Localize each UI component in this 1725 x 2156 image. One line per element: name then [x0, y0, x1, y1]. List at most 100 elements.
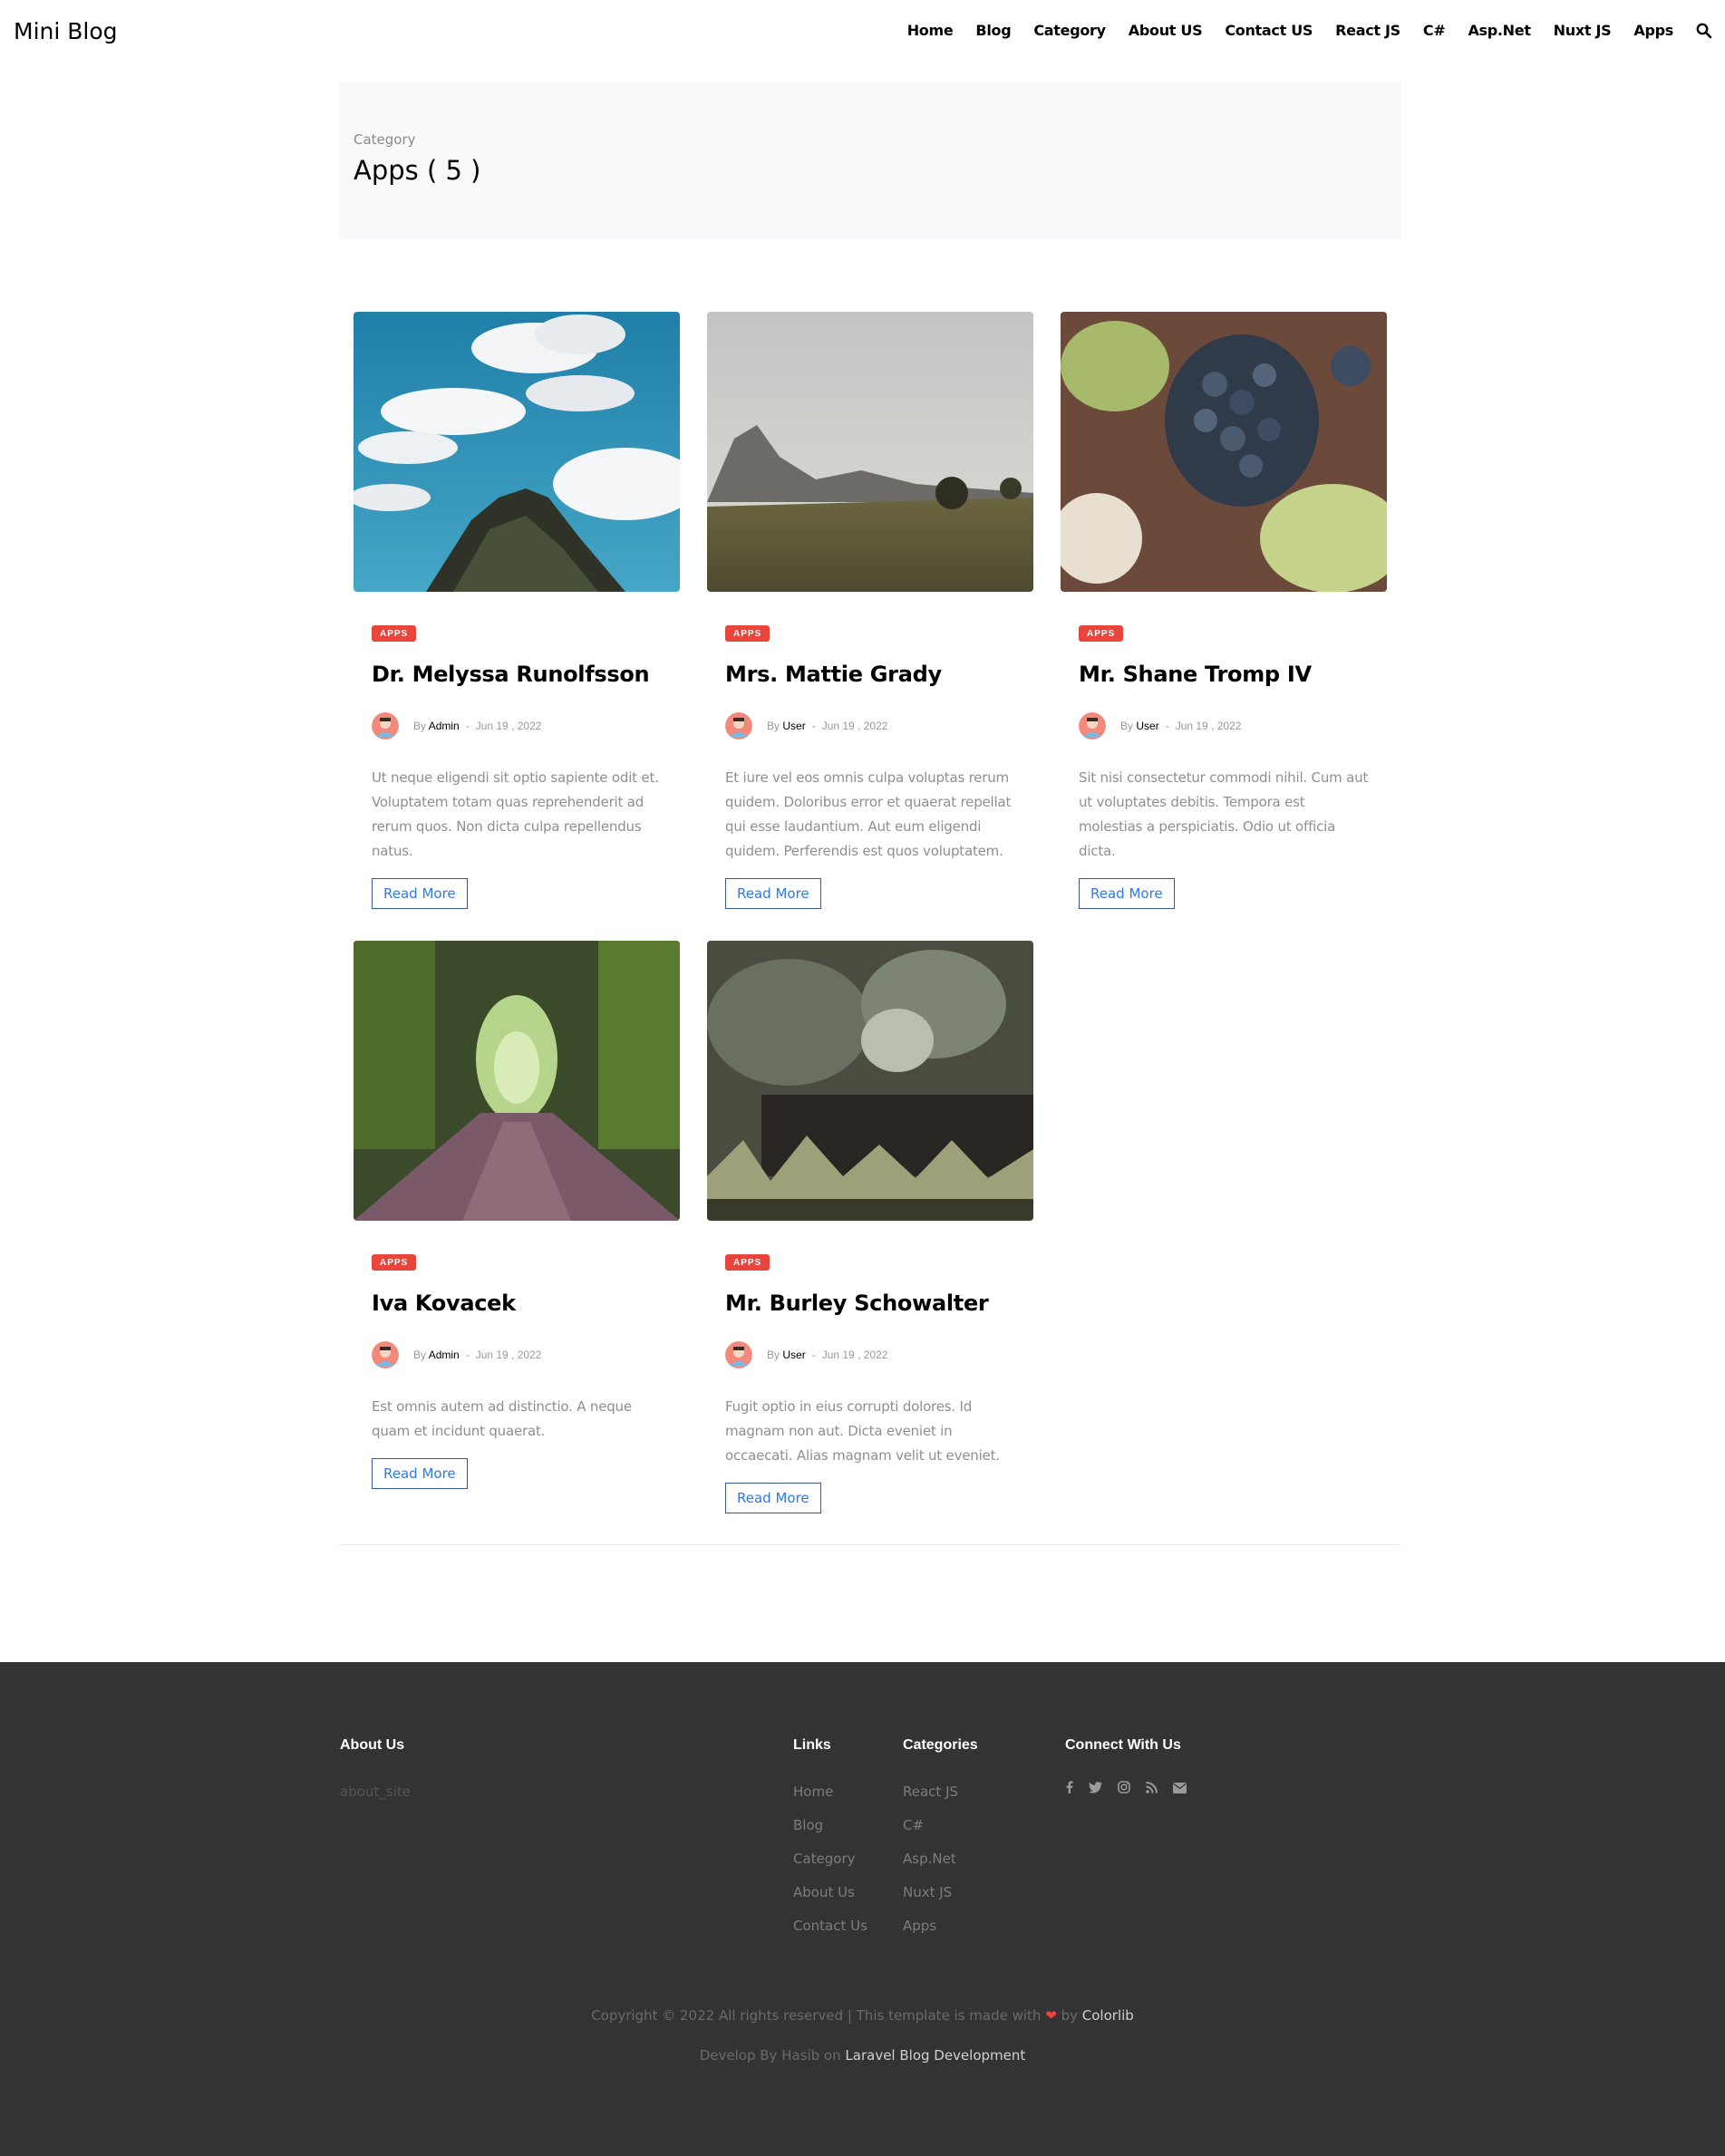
post-card: APPS Dr. Melyssa Runolfsson By Admin - Jun…: [354, 312, 680, 909]
search-icon[interactable]: [1696, 23, 1712, 39]
instagram-icon[interactable]: [1118, 1781, 1130, 1796]
post-image[interactable]: [707, 312, 1033, 592]
site-logo[interactable]: Mini Blog: [14, 18, 118, 44]
post-card: APPS Iva Kovacek By Admin - Jun 19 , 2022 …: [354, 941, 680, 1489]
post-meta: By Admin - Jun 19 , 2022: [372, 1341, 662, 1368]
avatar: [372, 712, 399, 740]
post-author[interactable]: Admin: [429, 720, 460, 732]
footer-link-about-us[interactable]: About Us: [793, 1884, 855, 1900]
post-author[interactable]: User: [782, 1349, 805, 1361]
nav-react-js[interactable]: React JS: [1335, 22, 1400, 39]
nav-about-us[interactable]: About US: [1129, 22, 1203, 39]
post-image[interactable]: [1061, 312, 1387, 592]
post-meta: By User - Jun 19 , 2022: [725, 712, 1015, 740]
post-excerpt: Ut neque eligendi sit optio sapiente odi…: [372, 769, 659, 859]
footer-links-heading: Links: [793, 1737, 831, 1753]
post-author[interactable]: Admin: [429, 1349, 460, 1361]
post-card: APPS Mr. Burley Schowalter By User - Jun 1…: [707, 941, 1033, 1513]
meta-by: By: [767, 720, 780, 732]
footer-link-category[interactable]: Category: [793, 1851, 856, 1867]
post-title[interactable]: Mr. Shane Tromp IV: [1079, 662, 1369, 687]
site-footer: About Us about_site Links Home Blog Cate…: [0, 1662, 1725, 2156]
site-header: Mini Blog Home Blog Category About US Co…: [0, 0, 1725, 63]
post-excerpt: Sit nisi consectetur commodi nihil. Cum …: [1079, 769, 1369, 859]
avatar: [1079, 712, 1106, 740]
footer-categories-heading: Categories: [903, 1737, 978, 1753]
category-badge[interactable]: APPS: [725, 1254, 770, 1271]
nav-asp-net[interactable]: Asp.Net: [1468, 22, 1531, 39]
category-hero: Category Apps ( 5 ): [340, 82, 1400, 239]
post-author[interactable]: User: [782, 720, 805, 732]
hero-label: Category: [354, 131, 416, 148]
post-date: Jun 19 , 2022: [1175, 720, 1242, 732]
footer-connect-heading: Connect With Us: [1065, 1737, 1181, 1753]
read-more-button[interactable]: Read More: [725, 1483, 821, 1513]
meta-by: By: [1120, 720, 1134, 732]
post-title[interactable]: Mrs. Mattie Grady: [725, 662, 1015, 687]
copyright-text: Copyright © 2022 All rights reserved | T…: [591, 2007, 1134, 2024]
developer-credit: Develop By Hasib on Laravel Blog Develop…: [699, 2047, 1026, 2064]
social-links: [1065, 1781, 1202, 1796]
avatar: [725, 712, 752, 740]
category-badge[interactable]: APPS: [372, 625, 417, 642]
post-title[interactable]: Iva Kovacek: [372, 1291, 662, 1316]
footer-about-heading: About Us: [340, 1737, 405, 1753]
nav-category[interactable]: Category: [1033, 22, 1106, 39]
post-date: Jun 19 , 2022: [475, 1349, 542, 1361]
post-card: APPS Mrs. Mattie Grady By User - Jun 19 , …: [707, 312, 1033, 909]
read-more-button[interactable]: Read More: [372, 878, 468, 909]
facebook-icon[interactable]: [1065, 1781, 1073, 1796]
footer-category-apps[interactable]: Apps: [903, 1918, 936, 1934]
category-badge[interactable]: APPS: [372, 1254, 417, 1271]
nav-blog[interactable]: Blog: [975, 22, 1011, 39]
post-excerpt: Fugit optio in eius corrupti dolores. Id…: [725, 1398, 1000, 1464]
post-image[interactable]: [354, 941, 680, 1221]
heart-icon: ❤: [1045, 2007, 1057, 2024]
post-card: APPS Mr. Shane Tromp IV By User - Jun 19 ,…: [1061, 312, 1387, 909]
post-meta: By Admin - Jun 19 , 2022: [372, 712, 662, 740]
footer-about-text: about_site: [340, 1784, 411, 1800]
main-nav: Home Blog Category About US Contact US R…: [885, 22, 1712, 39]
footer-category-react-js[interactable]: React JS: [903, 1784, 958, 1800]
read-more-button[interactable]: Read More: [372, 1458, 468, 1489]
post-meta: By User - Jun 19 , 2022: [725, 1341, 1015, 1368]
post-excerpt: Est omnis autem ad distinctio. A neque q…: [372, 1398, 632, 1439]
twitter-icon[interactable]: [1089, 1781, 1102, 1796]
post-date: Jun 19 , 2022: [821, 720, 888, 732]
category-badge[interactable]: APPS: [1079, 625, 1124, 642]
footer-category-csharp[interactable]: C#: [903, 1817, 924, 1833]
footer-category-asp-net[interactable]: Asp.Net: [903, 1851, 956, 1867]
post-date: Jun 19 , 2022: [475, 720, 542, 732]
post-title[interactable]: Mr. Burley Schowalter: [725, 1291, 1015, 1316]
avatar: [372, 1341, 399, 1368]
rss-icon[interactable]: [1146, 1781, 1158, 1796]
page-title: Apps ( 5 ): [354, 155, 481, 186]
read-more-button[interactable]: Read More: [1079, 878, 1175, 909]
content-divider: [340, 1544, 1400, 1545]
footer-link-blog[interactable]: Blog: [793, 1817, 823, 1833]
read-more-button[interactable]: Read More: [725, 878, 821, 909]
post-author[interactable]: User: [1136, 720, 1158, 732]
nav-home[interactable]: Home: [907, 22, 954, 39]
post-image[interactable]: [707, 941, 1033, 1221]
post-meta: By User - Jun 19 , 2022: [1079, 712, 1369, 740]
laravel-blog-link[interactable]: Laravel Blog Development: [845, 2047, 1025, 2064]
meta-by: By: [767, 1349, 780, 1361]
post-excerpt: Et iure vel eos omnis culpa voluptas rer…: [725, 769, 1012, 859]
meta-by: By: [413, 1349, 427, 1361]
colorlib-link[interactable]: Colorlib: [1082, 2007, 1134, 2024]
avatar: [725, 1341, 752, 1368]
footer-category-nuxt-js[interactable]: Nuxt JS: [903, 1884, 952, 1900]
nav-contact-us[interactable]: Contact US: [1225, 22, 1313, 39]
nav-csharp[interactable]: C#: [1423, 22, 1446, 39]
footer-link-contact-us[interactable]: Contact Us: [793, 1918, 867, 1934]
post-title[interactable]: Dr. Melyssa Runolfsson: [372, 662, 662, 687]
nav-apps[interactable]: Apps: [1633, 22, 1673, 39]
footer-link-home[interactable]: Home: [793, 1784, 833, 1800]
meta-by: By: [413, 720, 427, 732]
post-date: Jun 19 , 2022: [821, 1349, 888, 1361]
category-badge[interactable]: APPS: [725, 625, 770, 642]
envelope-icon[interactable]: [1173, 1782, 1187, 1796]
nav-nuxt-js[interactable]: Nuxt JS: [1554, 22, 1612, 39]
post-image[interactable]: [354, 312, 680, 592]
